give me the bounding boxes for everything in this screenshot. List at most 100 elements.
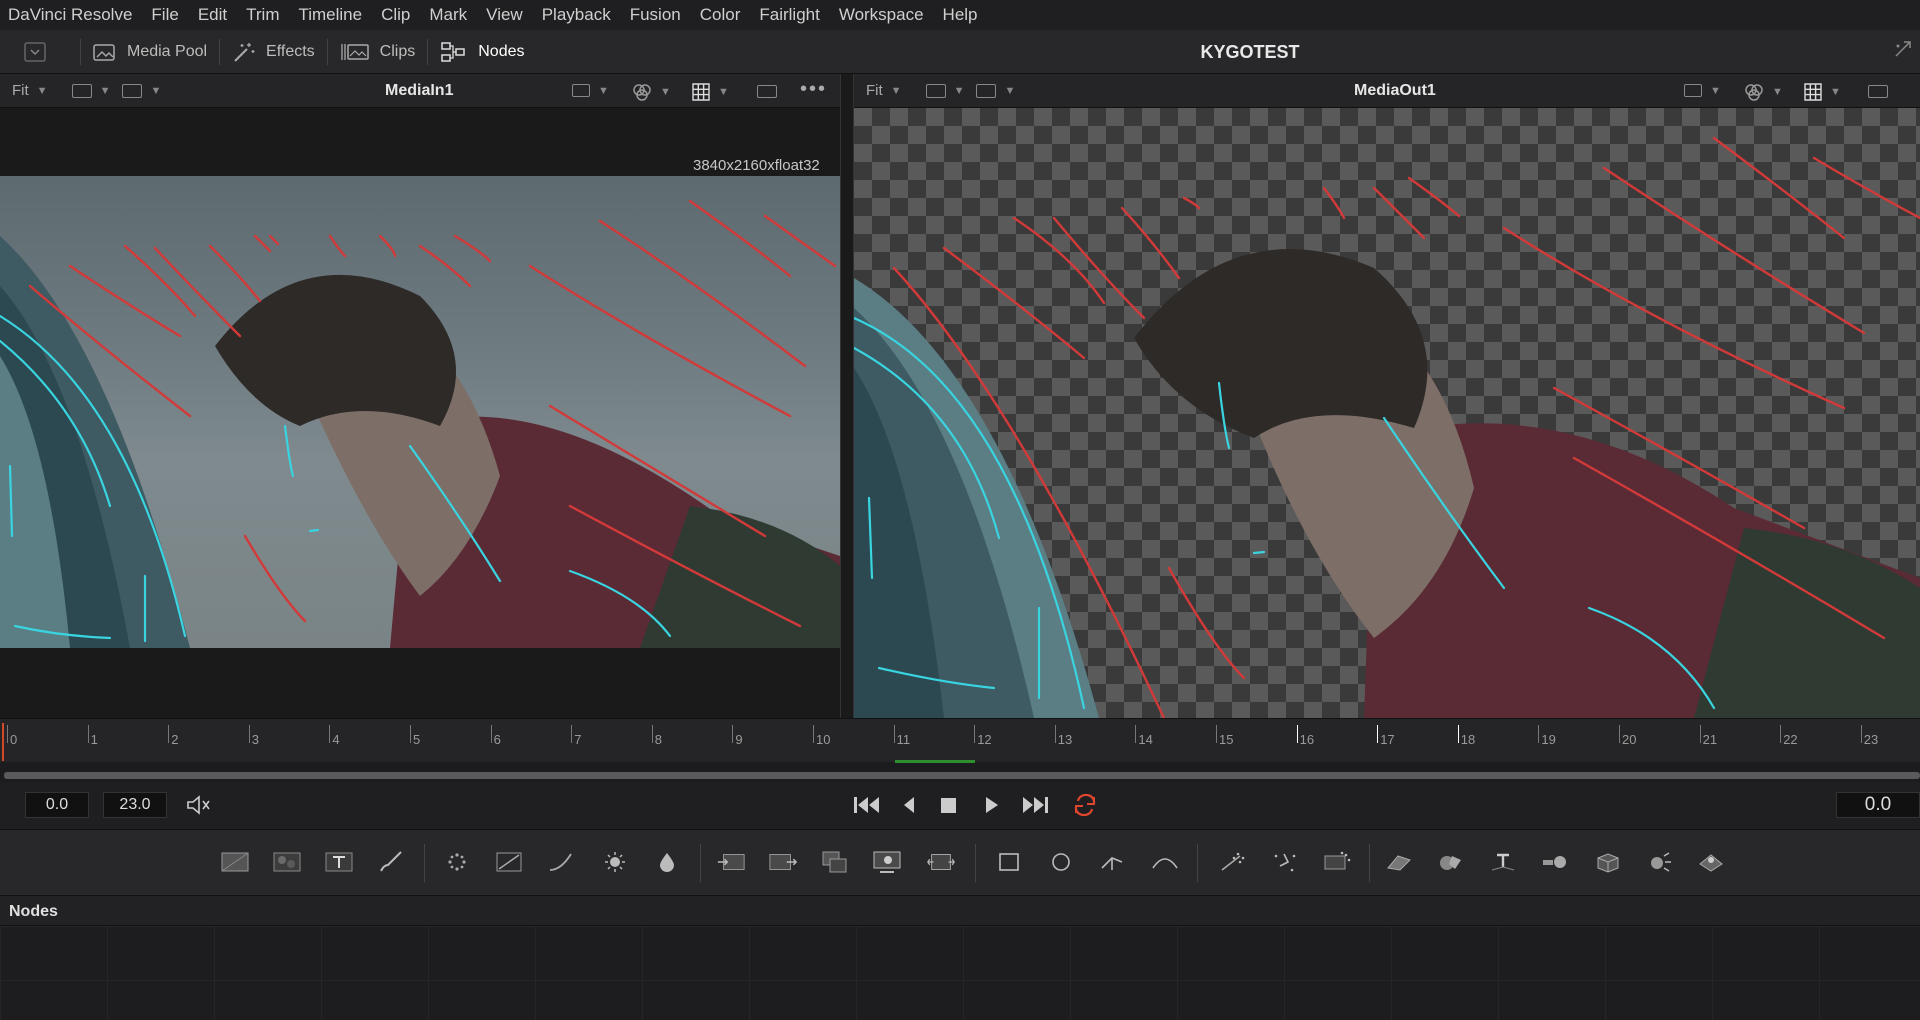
step-back-icon[interactable] (900, 794, 918, 816)
node-graph-canvas[interactable] (0, 926, 1920, 1020)
speaker-icon[interactable] (186, 794, 212, 816)
aspect-icon[interactable] (757, 85, 777, 98)
chevron-down-icon: ▼ (890, 84, 902, 97)
current-time-field[interactable]: 0.0 (1836, 792, 1920, 818)
shape-3d-tool[interactable] (1384, 848, 1414, 876)
media-pool-button[interactable]: Media Pool (81, 30, 219, 74)
viewer-tool[interactable] (872, 848, 902, 876)
spot-light-tool[interactable] (1644, 848, 1674, 876)
ellipse-mask-tool[interactable] (1046, 848, 1076, 876)
fast-noise-tool[interactable] (272, 848, 302, 876)
expand-icon[interactable] (1892, 38, 1914, 60)
chevron-down-icon: ▼ (150, 84, 162, 97)
ruler-tick (651, 725, 653, 743)
menu-timeline[interactable]: Timeline (298, 5, 362, 25)
menu-fusion[interactable]: Fusion (630, 5, 681, 25)
timeline-ruler[interactable]: 0 1 2 3 4 5 6 7 8 9 10 11 12 13 14 15 16 17 18 19 20 21 22 23 (0, 718, 1920, 763)
aspect-icon[interactable] (1868, 85, 1888, 98)
paint-tool[interactable] (376, 848, 406, 876)
menu-view[interactable]: View (486, 5, 523, 25)
right-grid-select[interactable]: ▼ (1804, 83, 1841, 101)
text-tool[interactable] (324, 848, 354, 876)
particle-renderer-tool[interactable] (1322, 848, 1352, 876)
rectangle-mask-tool[interactable] (994, 848, 1024, 876)
image-plane-3d-tool[interactable] (1696, 848, 1726, 876)
right-view-mode-select[interactable]: ▼ (976, 83, 1015, 98)
ruler-tick (87, 725, 89, 743)
project-title: KYGOTEST (1200, 42, 1300, 62)
blur-tool[interactable] (442, 848, 472, 876)
particle-emitter-tool[interactable] (1218, 848, 1248, 876)
left-viewer-title: MediaIn1 (385, 82, 454, 99)
camera-3d-tool[interactable] (1540, 848, 1570, 876)
curves-icon (549, 853, 572, 871)
right-color-select[interactable]: ▼ (1744, 83, 1783, 101)
left-roi-select[interactable]: ▼ (572, 84, 609, 97)
stop-icon[interactable] (939, 794, 959, 816)
chevron-down-icon: ▼ (598, 84, 609, 97)
polygon-mask-tool[interactable] (1098, 848, 1128, 876)
color-corrector-tool[interactable] (494, 848, 524, 876)
background-tool[interactable] (220, 848, 250, 876)
left-zoom-select[interactable]: Fit ▼ (12, 82, 48, 99)
right-viewer-title: MediaOut1 (1354, 82, 1436, 99)
effects-button[interactable]: Effects (220, 30, 327, 74)
left-grid-select[interactable]: ▼ (692, 83, 729, 101)
left-channel-select[interactable]: ▼ (71, 83, 110, 98)
time-scrubber[interactable] (4, 772, 1920, 779)
merge-3d-icon (1440, 856, 1461, 870)
menu-playback[interactable]: Playback (542, 5, 611, 25)
panel-toggle-button[interactable] (0, 30, 80, 74)
particle-render-tool[interactable] (1270, 848, 1300, 876)
menu-davinci-resolve[interactable]: DaVinci Resolve (8, 5, 132, 25)
clips-button[interactable]: Clips (328, 30, 428, 74)
left-color-select[interactable]: ▼ (632, 83, 671, 101)
ruler-frame-label: 10 (816, 732, 831, 747)
left-viewer[interactable]: 3840x2160xfloat32 (0, 108, 840, 718)
ruler-frame-label: 14 (1138, 732, 1153, 747)
menu-mark[interactable]: Mark (429, 5, 467, 25)
color-curves-tool[interactable] (546, 848, 576, 876)
chevron-down-icon: ▼ (718, 86, 729, 98)
menu-workspace[interactable]: Workspace (839, 5, 924, 25)
ruler-frame-label: 13 (1057, 732, 1073, 747)
ruler-frame-label: 18 (1460, 732, 1476, 747)
right-channel-select[interactable]: ▼ (925, 83, 964, 98)
menu-color[interactable]: Color (700, 5, 741, 25)
menu-help[interactable]: Help (943, 5, 978, 25)
start-time-field[interactable]: 0.0 (25, 792, 89, 818)
go-to-end-icon[interactable] (1020, 794, 1050, 816)
menu-fairlight[interactable]: Fairlight (759, 5, 819, 25)
renderer-3d-tool[interactable] (1592, 848, 1622, 876)
right-zoom-select[interactable]: Fit ▼ (866, 82, 902, 99)
menu-clip[interactable]: Clip (381, 5, 410, 25)
right-viewer[interactable] (854, 108, 1920, 718)
merge-tool[interactable] (820, 848, 850, 876)
roi-icon (572, 84, 590, 97)
brightness-contrast-tool[interactable] (600, 848, 630, 876)
ruler-tick (248, 725, 250, 743)
ruler-frame-label: 20 (1622, 732, 1637, 747)
saver-tool[interactable] (768, 848, 798, 876)
ruler-tick (1860, 725, 1862, 743)
bspline-mask-tool[interactable] (1150, 848, 1180, 876)
right-roi-select[interactable]: ▼ (1684, 84, 1721, 97)
merge-3d-tool[interactable] (1436, 848, 1466, 876)
playhead[interactable] (2, 723, 4, 761)
menu-file[interactable]: File (151, 5, 178, 25)
text-3d-tool[interactable] (1488, 848, 1518, 876)
loop-icon[interactable] (1070, 794, 1100, 816)
matte-control-tool[interactable] (652, 848, 682, 876)
menu-trim[interactable]: Trim (246, 5, 279, 25)
viewer-divider[interactable] (840, 74, 854, 718)
play-icon[interactable] (982, 794, 1000, 816)
transform-tool[interactable] (926, 848, 956, 876)
loader-tool[interactable] (716, 848, 746, 876)
menu-edit[interactable]: Edit (198, 5, 227, 25)
color-circles-icon (633, 84, 651, 101)
more-options-icon[interactable]: ••• (800, 78, 827, 101)
nodes-button[interactable]: Nodes (428, 30, 536, 74)
end-time-field[interactable]: 23.0 (103, 792, 167, 818)
left-view-mode-select[interactable]: ▼ (122, 83, 162, 98)
go-to-start-icon[interactable] (852, 794, 882, 816)
